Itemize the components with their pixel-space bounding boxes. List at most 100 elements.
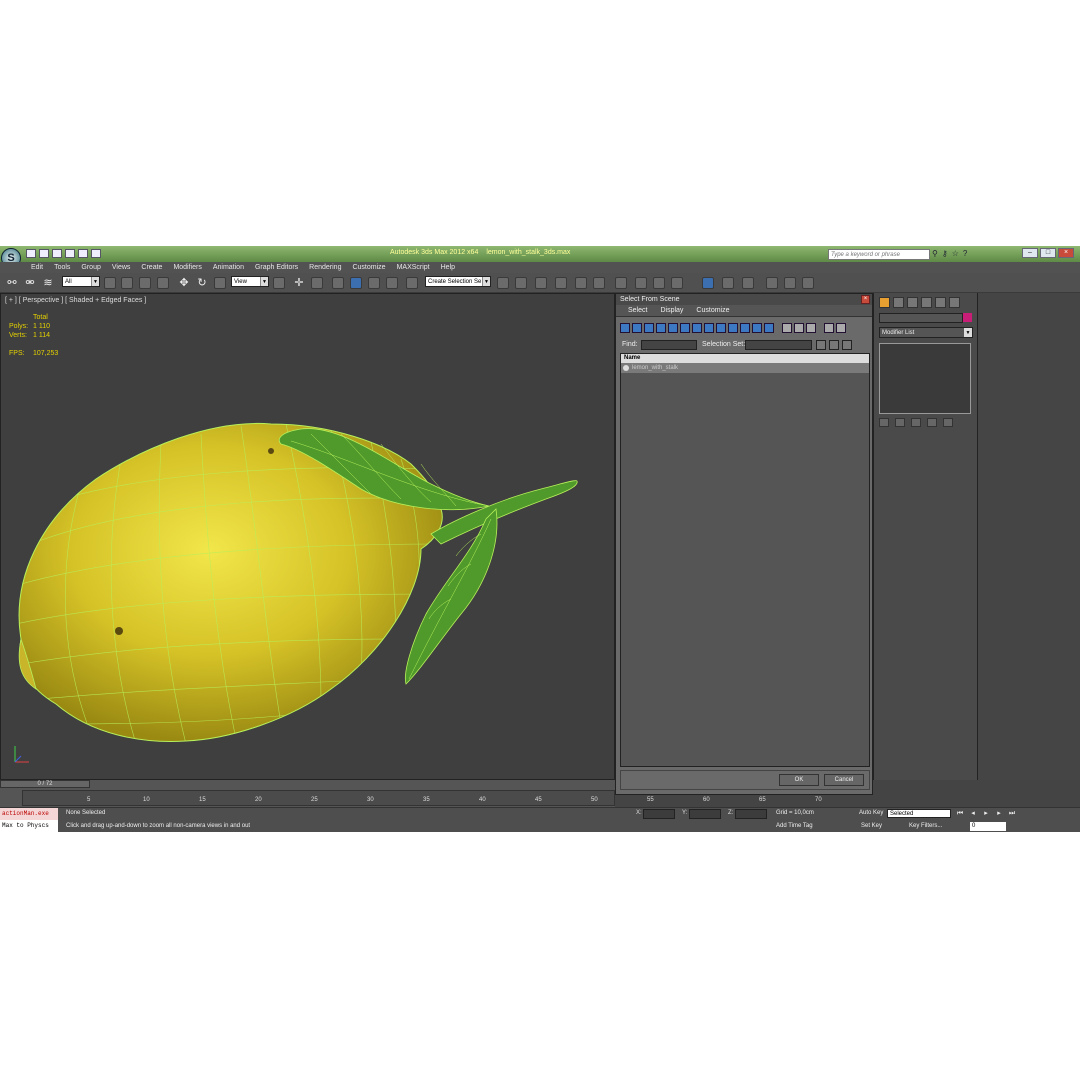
pivot-center-icon[interactable] (273, 277, 285, 289)
render-production-icon[interactable] (671, 277, 683, 289)
z-coordinate-field[interactable] (735, 809, 767, 819)
next-frame-icon[interactable]: ▸ (994, 809, 1004, 818)
show-end-result-icon[interactable] (895, 418, 905, 427)
menu-help[interactable]: Help (441, 262, 455, 273)
unlink-icon[interactable]: ⚮ (24, 277, 36, 289)
star-icon[interactable]: ☆ (952, 249, 959, 258)
object-color-swatch[interactable] (963, 313, 972, 322)
perspective-viewport[interactable]: [ + ] [ Perspective ] [ Shaded + Edged F… (0, 293, 615, 780)
select-by-name-icon[interactable] (121, 277, 133, 289)
key-mode-dropdown[interactable]: Selected (887, 809, 951, 818)
display-containers-icon[interactable] (728, 323, 738, 333)
make-unique-icon[interactable] (911, 418, 921, 427)
display-tab-icon[interactable] (935, 297, 946, 308)
rectangle-selection-icon[interactable] (139, 277, 151, 289)
menu-customize[interactable]: Customize (352, 262, 385, 273)
undo-icon[interactable] (65, 249, 75, 258)
cancel-button[interactable]: Cancel (824, 774, 864, 786)
display-hidden-icon[interactable] (752, 323, 762, 333)
display-bones-icon[interactable] (716, 323, 726, 333)
selection-filter-dropdown[interactable]: All ▼ (62, 276, 100, 287)
selection-set-add-icon[interactable] (816, 340, 826, 350)
graphite-tools-icon[interactable] (555, 277, 567, 289)
selection-set-remove-icon[interactable] (829, 340, 839, 350)
menu-views[interactable]: Views (112, 262, 131, 273)
container-icon[interactable] (702, 277, 714, 289)
pin-stack-icon[interactable] (879, 418, 889, 427)
move-icon[interactable]: ✥ (178, 277, 190, 289)
scene-explorer-icon[interactable] (742, 277, 754, 289)
menu-graph-editors[interactable]: Graph Editors (255, 262, 298, 273)
hierarchy-tab-icon[interactable] (907, 297, 918, 308)
key-filters-button[interactable]: Key Filters... (909, 823, 942, 829)
window-crossing-icon[interactable] (157, 277, 169, 289)
curve-editor-icon[interactable] (575, 277, 587, 289)
menu-group[interactable]: Group (81, 262, 100, 273)
snaps-toggle-icon[interactable] (332, 277, 344, 289)
select-manipulate-icon[interactable]: ✛ (293, 277, 305, 289)
go-to-start-icon[interactable]: ⏮ (955, 809, 965, 818)
menu-animation[interactable]: Animation (213, 262, 244, 273)
spinner-snap-icon[interactable] (386, 277, 398, 289)
set-key-button[interactable]: Set Key (861, 823, 882, 829)
add-time-tag-button[interactable]: Add Time Tag (776, 823, 813, 829)
scale-icon[interactable] (214, 277, 226, 289)
filter-settings-icon[interactable] (836, 323, 846, 333)
x-coordinate-field[interactable] (643, 809, 675, 819)
maximize-button[interactable]: □ (1040, 248, 1056, 258)
remove-modifier-icon[interactable] (927, 418, 937, 427)
display-cameras-icon[interactable] (656, 323, 666, 333)
menu-create[interactable]: Create (141, 262, 162, 273)
select-none-icon[interactable] (794, 323, 804, 333)
rendered-frame-icon[interactable] (653, 277, 665, 289)
edit-named-selection-icon[interactable] (406, 277, 418, 289)
new-icon[interactable] (26, 249, 36, 258)
display-shapes-icon[interactable] (632, 323, 642, 333)
redo-icon[interactable] (78, 249, 88, 258)
modifier-list-dropdown[interactable]: Modifier List ▼ (879, 327, 973, 338)
configure-sets-icon[interactable] (943, 418, 953, 427)
display-helpers-icon[interactable] (668, 323, 678, 333)
y-coordinate-field[interactable] (689, 809, 721, 819)
schematic-view-icon[interactable] (593, 277, 605, 289)
dialog-menu-select[interactable]: Select (628, 305, 647, 316)
keyboard-shortcut-icon[interactable] (311, 277, 323, 289)
rotate-icon[interactable]: ↻ (196, 277, 208, 289)
menu-rendering[interactable]: Rendering (309, 262, 341, 273)
display-lights-icon[interactable] (644, 323, 654, 333)
track-bar[interactable]: 5 10 15 20 25 30 35 40 45 50 55 60 65 70 (22, 790, 822, 806)
open-icon[interactable] (39, 249, 49, 258)
display-xrefs-icon[interactable] (704, 323, 714, 333)
material-editor-icon[interactable] (615, 277, 627, 289)
modify-tab-icon[interactable] (893, 297, 904, 308)
selection-set-edit-icon[interactable] (842, 340, 852, 350)
select-object-icon[interactable] (104, 277, 116, 289)
maxscript-listener-line1[interactable]: actionMan.exe (0, 808, 58, 820)
column-header-name[interactable]: Name (621, 354, 869, 363)
select-invert-icon[interactable] (806, 323, 816, 333)
dialog-menu-customize[interactable]: Customize (696, 305, 729, 316)
list-item[interactable]: lemon_with_stalk (621, 363, 869, 373)
previous-frame-icon[interactable]: ◂ (968, 809, 978, 818)
create-tab-icon[interactable] (879, 297, 890, 308)
time-slider[interactable]: 0 / 72 (0, 780, 90, 788)
dialog-menu-display[interactable]: Display (660, 305, 683, 316)
percent-snap-icon[interactable] (368, 277, 380, 289)
display-groups-icon[interactable] (692, 323, 702, 333)
dialog-close-button[interactable]: × (861, 295, 870, 304)
minimize-button[interactable]: – (1022, 248, 1038, 258)
bind-spacewarp-icon[interactable]: ≋ (42, 277, 54, 289)
render-setup-icon[interactable] (635, 277, 647, 289)
modifier-stack[interactable] (879, 343, 971, 414)
menu-tools[interactable]: Tools (54, 262, 70, 273)
named-selection-set-dropdown[interactable]: Create Selection Se ▼ (425, 276, 491, 287)
layer-manager-icon[interactable] (535, 277, 547, 289)
save-icon[interactable] (52, 249, 62, 258)
current-frame-field[interactable]: 0 (970, 822, 1006, 831)
lemon-model[interactable] (1, 294, 616, 781)
ok-button[interactable]: OK (779, 774, 819, 786)
align-icon[interactable] (515, 277, 527, 289)
selection-set-dropdown[interactable] (745, 340, 812, 350)
motion-tab-icon[interactable] (921, 297, 932, 308)
populate-icon[interactable] (722, 277, 734, 289)
